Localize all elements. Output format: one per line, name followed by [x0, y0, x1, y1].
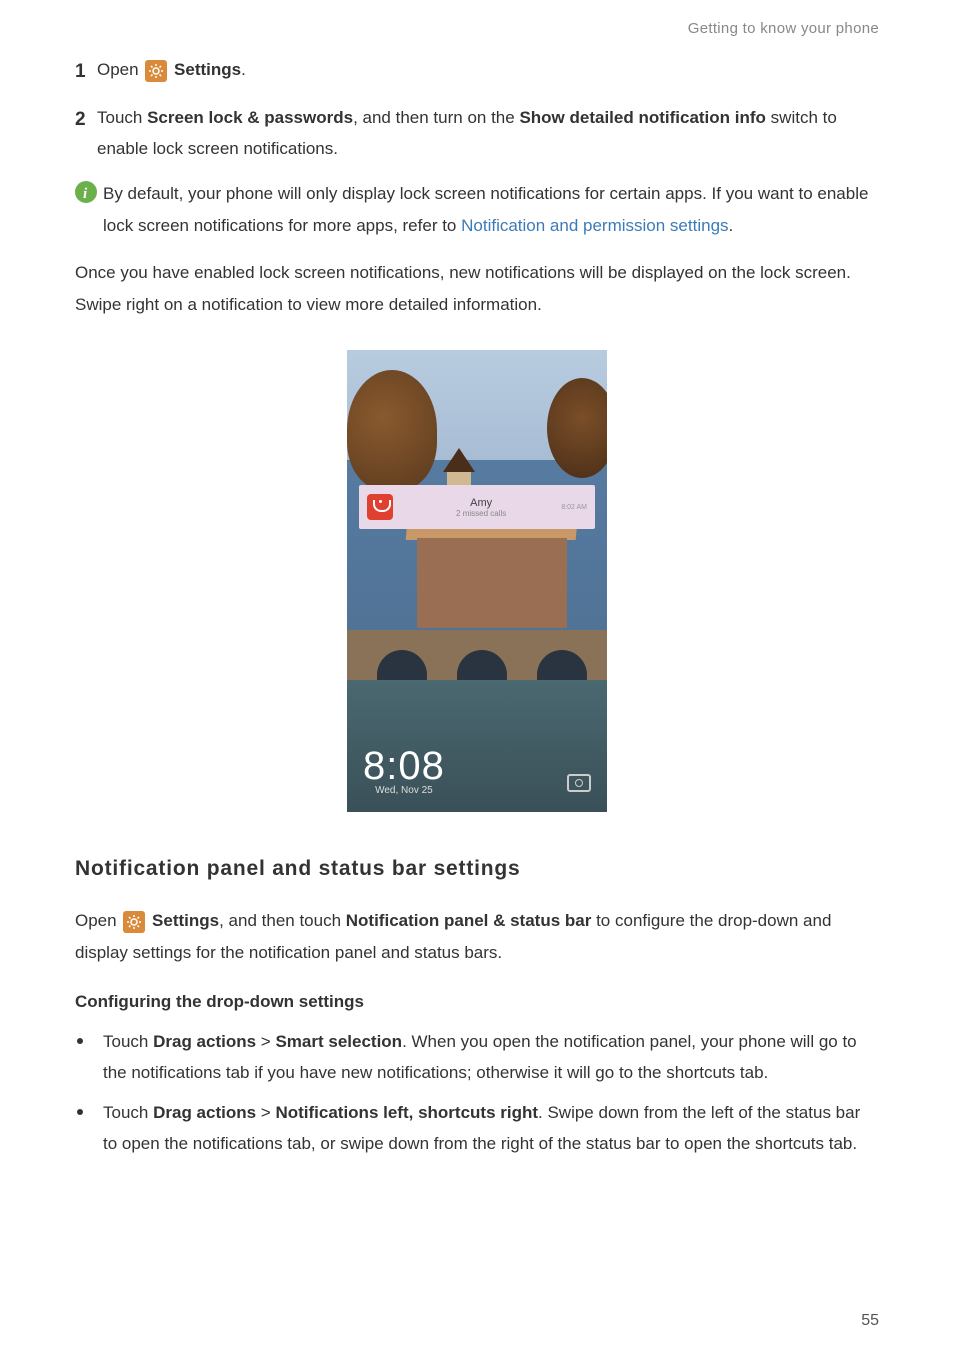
bullet-dot-icon [77, 1038, 83, 1044]
step-number: 1 [75, 55, 97, 89]
text: , and then turn on the [353, 108, 519, 127]
settings-label: Settings [174, 60, 241, 79]
step-number: 2 [75, 103, 97, 137]
text: Touch [97, 108, 147, 127]
notif-subtitle: 2 missed calls [401, 509, 561, 518]
paragraph: Open Settings, and then touch Notificati… [75, 905, 879, 968]
bold-text: Show detailed notification info [519, 108, 766, 127]
step-body: Open Settings. [97, 55, 879, 86]
step-body: Touch Screen lock & passwords, and then … [97, 103, 879, 164]
text: , and then touch [219, 911, 346, 930]
bullet-item: Touch Drag actions > Notifications left,… [75, 1097, 879, 1160]
page-number: 55 [861, 1312, 879, 1330]
bold-text: Drag actions [153, 1032, 256, 1051]
link-notification-settings[interactable]: Notification and permission settings [461, 216, 728, 235]
bullet-item: Touch Drag actions > Smart selection. Wh… [75, 1026, 879, 1089]
subsection-heading: Configuring the drop-down settings [75, 992, 879, 1012]
lock-clock-date: Wed, Nov 25 [363, 785, 445, 796]
step-2: 2 Touch Screen lock & passwords, and the… [75, 103, 879, 164]
settings-gear-icon [145, 60, 167, 82]
text: . [241, 60, 246, 79]
bold-text: Smart selection [275, 1032, 402, 1051]
notification-card: Amy 2 missed calls 8:02 AM [359, 485, 595, 529]
bold-text: Notification panel & status bar [346, 911, 592, 930]
text: Touch [103, 1032, 153, 1051]
bullet-dot-icon [77, 1109, 83, 1115]
lock-clock-time: 8:08 [363, 744, 445, 789]
step-1: 1 Open Settings. [75, 55, 879, 89]
bold-text: Notifications left, shortcuts right [275, 1103, 538, 1122]
camera-icon [567, 774, 591, 792]
settings-gear-icon [123, 911, 145, 933]
text: . [729, 216, 734, 235]
notif-time: 8:02 AM [561, 504, 587, 511]
text: Touch [103, 1103, 153, 1122]
settings-label: Settings [152, 911, 219, 930]
info-body: By default, your phone will only display… [103, 178, 879, 241]
text: Open [97, 60, 143, 79]
text: > [256, 1032, 275, 1051]
text: > [256, 1103, 275, 1122]
page-header: Getting to know your phone [75, 20, 879, 37]
info-icon [75, 181, 97, 203]
info-callout: By default, your phone will only display… [75, 178, 879, 241]
notif-title: Amy [401, 497, 561, 509]
text: Open [75, 911, 121, 930]
paragraph: Once you have enabled lock screen notifi… [75, 257, 879, 320]
bold-text: Screen lock & passwords [147, 108, 353, 127]
missed-call-icon [367, 494, 393, 520]
lockscreen-screenshot: Amy 2 missed calls 8:02 AM 8:08 Wed, Nov… [75, 350, 879, 817]
bold-text: Drag actions [153, 1103, 256, 1122]
section-heading: Notification panel and status bar settin… [75, 857, 879, 881]
